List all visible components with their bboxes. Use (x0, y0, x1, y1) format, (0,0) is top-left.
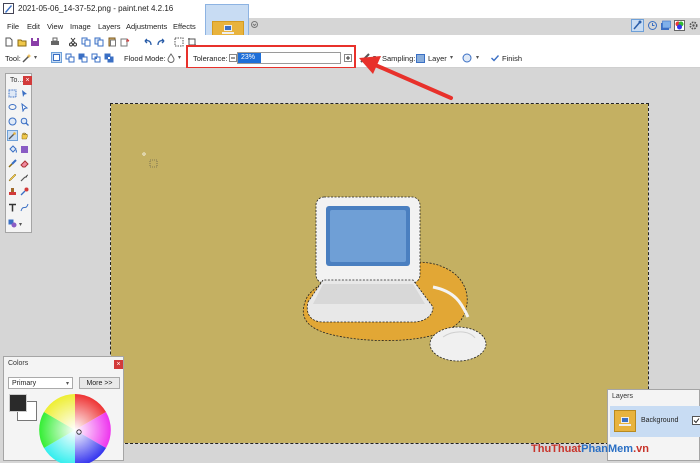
menu-view[interactable]: View (47, 22, 63, 31)
paintnet-app-icon (3, 3, 14, 14)
pencil-tool-icon[interactable] (8, 173, 17, 182)
menu-effects[interactable]: Effects (173, 22, 196, 31)
title-bar: 2021-05-06_14-37-52.png - paint.net 4.2.… (0, 0, 700, 18)
annotation-arrow-icon (355, 52, 455, 102)
color-picker-tool-icon[interactable] (20, 173, 29, 182)
shapes-tool-icon[interactable] (8, 219, 17, 228)
watermark-logo: ThuThuatPhanMem.vn (531, 443, 649, 455)
window-title: 2021-05-06_14-37-52.png - paint.net 4.2.… (18, 4, 173, 13)
magic-wand-tool-button[interactable] (7, 130, 18, 141)
menu-adjustments[interactable]: Adjustments (126, 22, 167, 31)
color-mode-select[interactable]: Primary ▾ (8, 377, 73, 389)
zoom-tool-icon[interactable] (20, 117, 29, 126)
menu-file[interactable]: File (7, 22, 19, 31)
color-mode-value: Primary (12, 380, 36, 387)
finish-check-icon[interactable] (490, 53, 500, 63)
computer-illustration (293, 192, 499, 372)
tolerance-highlight-box (186, 45, 356, 69)
selection-mode-replace-button[interactable] (51, 52, 62, 63)
pan-hand-tool-icon[interactable] (20, 131, 29, 140)
selection-quality-icon[interactable] (462, 53, 472, 63)
flood-mode-icon[interactable] (166, 53, 176, 63)
layer-visibility-checkbox-icon[interactable] (692, 416, 700, 425)
recolor-tool-icon[interactable] (20, 187, 29, 196)
copy-merged-icon[interactable] (94, 37, 104, 47)
tools-panel-close-icon[interactable]: × (23, 76, 32, 85)
lasso-select-tool-icon[interactable] (8, 103, 17, 112)
shapes-dropdown-arrow-icon[interactable]: ▾ (19, 221, 22, 228)
menu-layers[interactable]: Layers (98, 22, 121, 31)
history-icon[interactable] (647, 20, 658, 31)
watermark-part-2: PhanMem (581, 443, 633, 455)
watermark-part-3: .vn (633, 443, 649, 455)
line-curve-tool-icon[interactable] (20, 203, 29, 212)
colors-panel-title: Colors (8, 360, 28, 367)
tools-panel-title: To... (10, 77, 23, 84)
move-selection-tool-icon[interactable] (20, 103, 29, 112)
color-wheel[interactable] (38, 393, 112, 463)
tool-dropdown-arrow-icon[interactable]: ▾ (34, 54, 37, 61)
primary-color-swatch[interactable] (9, 394, 27, 412)
selection-origin-marker-icon (141, 152, 161, 172)
color-mode-dropdown-arrow-icon: ▾ (66, 380, 69, 387)
flood-mode-label: Flood Mode: (124, 54, 166, 63)
clone-stamp-tool-icon[interactable] (8, 187, 17, 196)
gradient-tool-icon[interactable] (20, 145, 29, 154)
colors-toggle-icon[interactable] (674, 20, 685, 31)
menu-image[interactable]: Image (70, 22, 91, 31)
ellipse-select-tool-icon[interactable] (8, 117, 17, 126)
layers-toggle-icon[interactable] (660, 20, 671, 31)
finish-label[interactable]: Finish (502, 54, 522, 63)
selection-mode-intersect-icon[interactable] (91, 53, 101, 63)
undo-icon[interactable] (143, 37, 153, 47)
watermark-part-1: ThuThuat (531, 443, 581, 455)
paintbrush-tool-icon[interactable] (8, 159, 17, 168)
print-icon[interactable] (50, 37, 60, 47)
flood-mode-dropdown-arrow-icon[interactable]: ▾ (178, 54, 181, 61)
redo-icon[interactable] (156, 37, 166, 47)
paint-bucket-tool-icon[interactable] (8, 145, 17, 154)
text-tool-icon[interactable] (8, 203, 17, 212)
image-canvas[interactable] (111, 104, 648, 443)
more-colors-button[interactable]: More >> (79, 377, 120, 389)
computer-thumbnail-icon (222, 25, 234, 35)
menu-bar: File Edit View Image Layers Adjustments … (0, 18, 205, 35)
colors-panel-close-icon[interactable]: × (114, 360, 123, 369)
settings-gear-icon[interactable] (688, 20, 699, 31)
more-colors-button-label: More >> (86, 380, 112, 387)
selection-quality-dropdown-arrow-icon[interactable]: ▾ (476, 54, 479, 61)
layer-thumbnail (614, 410, 636, 432)
paste-icon[interactable] (107, 37, 117, 47)
layer-name: Background (641, 417, 678, 424)
tools-toggle-icon[interactable] (631, 19, 644, 32)
layer-row[interactable]: Background (610, 406, 700, 437)
menu-edit[interactable]: Edit (27, 22, 40, 31)
move-selected-tool-icon[interactable] (20, 89, 29, 98)
paste-new-image-icon[interactable] (120, 37, 130, 47)
tab-dropdown-icon[interactable] (251, 21, 258, 28)
cut-icon[interactable] (68, 37, 78, 47)
rectangle-select-tool-icon[interactable] (8, 89, 17, 98)
selection-mode-union-icon[interactable] (65, 53, 75, 63)
deselect-icon[interactable] (174, 37, 184, 47)
save-icon[interactable] (30, 37, 40, 47)
open-file-icon[interactable] (17, 37, 27, 47)
layers-panel-title: Layers (612, 393, 633, 400)
colors-panel: Colors × Primary ▾ More >> (3, 356, 124, 461)
tool-label: Tool: (5, 54, 21, 63)
magic-wand-tool-icon[interactable] (22, 53, 32, 63)
selection-mode-exclude-icon[interactable] (78, 53, 88, 63)
selection-mode-xor-icon[interactable] (104, 53, 114, 63)
tools-panel: To... × ▾ (5, 73, 32, 233)
new-file-icon[interactable] (4, 37, 14, 47)
eraser-tool-icon[interactable] (20, 159, 29, 168)
copy-icon[interactable] (81, 37, 91, 47)
